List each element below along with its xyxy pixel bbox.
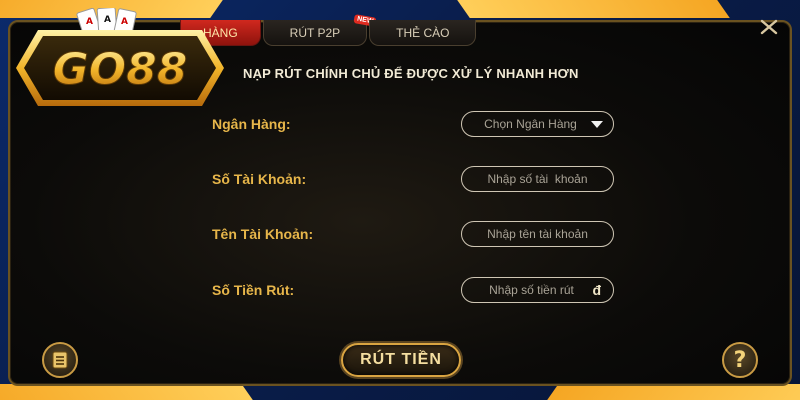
logo-text: GO88 xyxy=(53,44,188,95)
account-number-input[interactable] xyxy=(462,167,613,191)
account-number-field xyxy=(461,166,614,192)
page-title: NẠP RÚT CHÍNH CHỦ ĐỂ ĐƯỢC XỬ LÝ NHANH HƠ… xyxy=(243,66,579,81)
account-number-label: Số Tài Khoản: xyxy=(212,171,307,187)
svg-text:A: A xyxy=(86,17,93,27)
account-name-input[interactable] xyxy=(462,222,613,246)
game-window: HÀNG RÚT P2P NEW THẺ CÀO A A A GO88 NẠP … xyxy=(0,0,800,400)
amount-label: Số Tiền Rút: xyxy=(212,282,295,298)
bank-row: Ngân Hàng: Chọn Ngân Hàng xyxy=(212,111,614,137)
account-name-field xyxy=(461,221,614,247)
question-icon: ? xyxy=(733,347,747,373)
withdraw-button[interactable]: RÚT TIỀN xyxy=(341,343,461,377)
frame-accent-left xyxy=(0,384,259,400)
amount-field: đ xyxy=(461,277,614,303)
amount-input[interactable] xyxy=(462,278,613,302)
bank-select-value: Chọn Ngân Hàng xyxy=(484,117,577,131)
close-icon xyxy=(760,19,778,35)
account-name-label: Tên Tài Khoản: xyxy=(212,226,314,242)
close-button[interactable] xyxy=(754,16,784,38)
frame-accent-right xyxy=(541,384,800,400)
bank-label: Ngân Hàng: xyxy=(212,116,291,132)
chevron-down-icon xyxy=(591,121,603,128)
tab-card-label: THẺ CÀO xyxy=(396,25,450,40)
document-list-icon xyxy=(52,351,68,369)
tab-card[interactable]: THẺ CÀO xyxy=(369,20,477,46)
currency-symbol: đ xyxy=(592,282,601,298)
history-button[interactable] xyxy=(42,342,78,378)
tab-p2p[interactable]: RÚT P2P NEW xyxy=(262,14,377,46)
tab-p2p-label: RÚT P2P xyxy=(289,25,341,40)
account-number-row: Số Tài Khoản: xyxy=(212,166,614,192)
go88-logo: A A A GO88 xyxy=(16,8,224,106)
help-button[interactable]: ? xyxy=(722,342,758,378)
svg-text:A: A xyxy=(104,15,111,25)
svg-text:A: A xyxy=(121,17,128,27)
bank-select[interactable]: Chọn Ngân Hàng xyxy=(461,111,614,137)
account-name-row: Tên Tài Khoản: xyxy=(212,221,614,247)
amount-row: Số Tiền Rút: đ xyxy=(212,277,614,303)
